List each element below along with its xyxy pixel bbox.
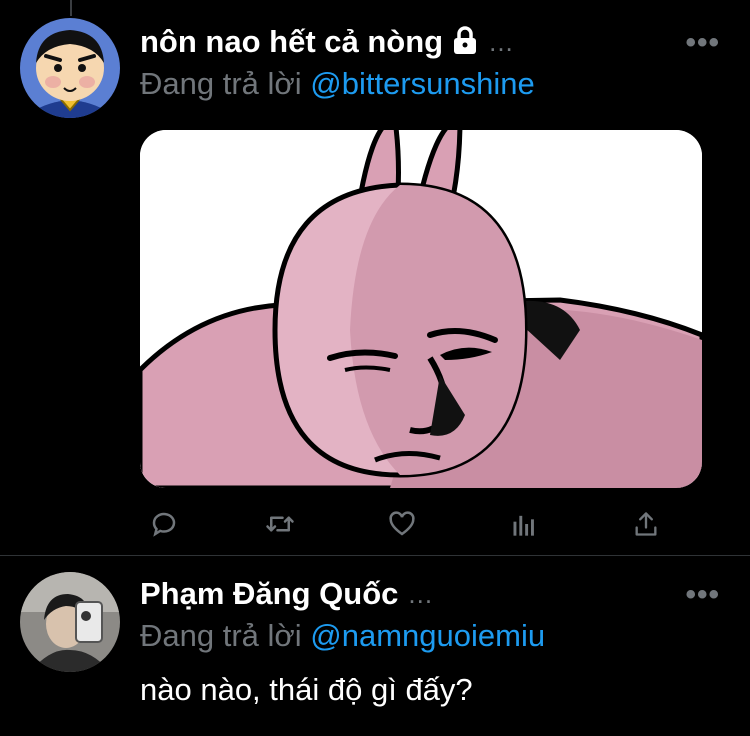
tweet-media-image[interactable]	[140, 130, 702, 488]
replying-to: Đang trả lời @bittersunshine	[140, 66, 535, 102]
reply-handle-link[interactable]: @namnguoiemiu	[310, 618, 545, 653]
meme-rabbit-image	[140, 130, 702, 488]
more-icon[interactable]: •••	[685, 26, 720, 60]
tweet-text: nào nào, thái độ gì đấy?	[140, 672, 473, 707]
author-name[interactable]: Phạm Đăng Quốc	[140, 576, 398, 612]
author-name[interactable]: nôn nao hết cả nòng	[140, 24, 443, 60]
avatar[interactable]	[20, 18, 120, 118]
analytics-icon[interactable]	[502, 502, 546, 546]
replying-to: Đang trả lời @namnguoiemiu	[140, 618, 545, 654]
tweet[interactable]: nôn nao hết cả nòng ... Đang trả lời @bi…	[0, 0, 750, 555]
name-truncation: ...	[489, 26, 514, 57]
like-icon[interactable]	[380, 502, 424, 546]
retweet-icon[interactable]	[258, 502, 302, 546]
tweet[interactable]: Phạm Đăng Quốc ... Đang trả lời @namnguo…	[0, 556, 750, 736]
tweet-actions	[140, 502, 680, 546]
reply-handle-link[interactable]: @bittersunshine	[310, 66, 534, 101]
replying-to-label: Đang trả lời	[140, 618, 302, 653]
replying-to-label: Đang trả lời	[140, 66, 302, 101]
avatar-image	[20, 18, 120, 118]
reply-icon[interactable]	[142, 502, 186, 546]
avatar[interactable]	[20, 572, 120, 672]
avatar-image	[20, 572, 120, 672]
lock-icon	[451, 25, 479, 60]
name-truncation: ...	[408, 578, 434, 609]
more-icon[interactable]: •••	[685, 578, 720, 612]
share-icon[interactable]	[624, 502, 668, 546]
